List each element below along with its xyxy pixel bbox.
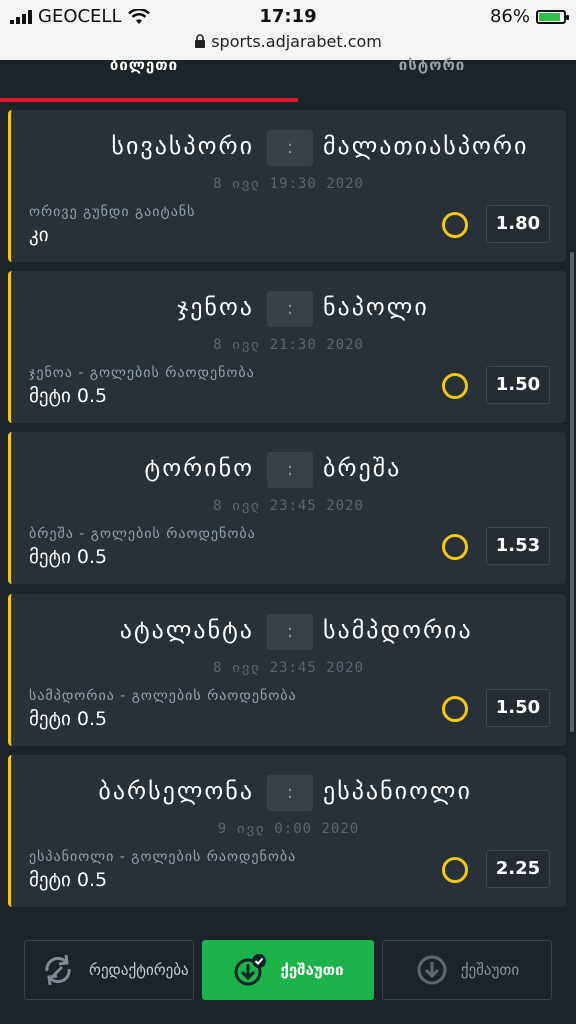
away-team: სამპდორია — [323, 616, 473, 644]
cashout-secondary-button[interactable]: ქეშაუთი — [382, 940, 552, 1000]
url-text: sports.adjarabet.com — [211, 32, 382, 51]
match-date: 9 ივლ 0:00 2020 — [217, 821, 360, 837]
score-separator: : — [267, 291, 313, 327]
away-team: მალათიასპორი — [323, 132, 529, 160]
home-team: სივასპორი — [111, 132, 254, 160]
home-team: ჯენოა — [177, 293, 254, 321]
bet-list[interactable]: სივასპორი : მალათიასპორი 8 ივლ 19:30 202… — [0, 110, 576, 915]
status-bar: GEOCELL 17:19 86% sports.adjarabet.com — [0, 0, 576, 60]
bet-card[interactable]: სივასპორი : მალათიასპორი 8 ივლ 19:30 202… — [8, 110, 566, 262]
tab-ticket[interactable]: ბილეთი — [0, 56, 288, 100]
score-separator: : — [267, 452, 313, 488]
battery-percent: 86% — [489, 6, 530, 27]
market-name: ჯენოა - გოლების რაოდენობა — [29, 365, 255, 381]
home-team: ტორინო — [144, 454, 254, 482]
edit-button[interactable]: რედაქტირება — [24, 940, 194, 1000]
match-date: 8 ივლ 19:30 2020 — [213, 176, 364, 192]
odds-value: 1.53 — [486, 527, 550, 565]
match-date: 8 ივლ 23:45 2020 — [213, 498, 364, 514]
selection: მეტი 0.5 — [29, 385, 108, 407]
bet-card[interactable]: ატალანტა : სამპდორია 8 ივლ 23:45 2020 სა… — [8, 594, 566, 746]
pending-status-icon — [442, 696, 468, 722]
bet-card[interactable]: ჯენოა : ნაპოლი 8 ივლ 21:30 2020 ჯენოა - … — [8, 271, 566, 423]
pending-status-icon — [442, 212, 468, 238]
home-team: ატალანტა — [119, 616, 254, 644]
away-team: ესპანიოლი — [323, 777, 472, 805]
market-name: ბრეშა - გოლების რაოდენობა — [29, 526, 256, 542]
tab-bar: ბილეთი ისტორი — [0, 56, 576, 102]
battery-icon — [536, 9, 569, 24]
selection: მეტი 0.5 — [29, 546, 108, 568]
score-separator: : — [267, 614, 313, 650]
cashout-download-icon — [234, 954, 267, 986]
bet-card[interactable]: ბარსელონა : ესპანიოლი 9 ივლ 0:00 2020 ეს… — [8, 755, 566, 907]
odds-value: 2.25 — [486, 850, 550, 888]
bet-card[interactable]: ტორინო : ბრეშა 8 ივლ 23:45 2020 ბრეშა - … — [8, 432, 566, 584]
selection: კი — [29, 224, 49, 246]
selection: მეტი 0.5 — [29, 869, 108, 891]
pending-status-icon — [442, 373, 468, 399]
market-name: ესპანიოლი - გოლების რაოდენობა — [29, 849, 297, 865]
away-team: ნაპოლი — [323, 293, 429, 321]
edit-label: რედაქტირება — [89, 961, 189, 979]
score-separator: : — [267, 130, 313, 166]
tab-history[interactable]: ისტორი — [288, 56, 576, 100]
active-tab-indicator — [0, 98, 298, 102]
lock-icon — [195, 34, 206, 48]
odds-value: 1.50 — [486, 366, 550, 404]
download-icon — [417, 955, 447, 985]
odds-value: 1.80 — [486, 205, 550, 243]
status-right: 86% — [489, 6, 569, 27]
selection: მეტი 0.5 — [29, 708, 108, 730]
market-name: ორივე გუნდი გაიტანს — [29, 204, 196, 220]
odds-value: 1.50 — [486, 689, 550, 727]
cashout-secondary-label: ქეშაუთი — [460, 961, 520, 979]
market-name: სამპდორია - გოლების რაოდენობა — [29, 688, 297, 704]
score-separator: : — [267, 775, 313, 811]
pending-status-icon — [442, 857, 468, 883]
match-date: 8 ივლ 23:45 2020 — [213, 660, 364, 676]
pending-status-icon — [442, 534, 468, 560]
cashout-label: ქეშაუთი — [280, 961, 344, 979]
match-date: 8 ივლ 21:30 2020 — [213, 337, 364, 353]
away-team: ბრეშა — [323, 454, 402, 482]
cashout-button[interactable]: ქეშაუთი — [202, 940, 374, 1000]
home-team: ბარსელონა — [98, 777, 254, 805]
address-bar[interactable]: sports.adjarabet.com — [0, 32, 576, 51]
action-bar: რედაქტირება ქეშაუთი ქეშაუთი — [0, 918, 576, 1024]
scrollbar[interactable] — [570, 252, 574, 732]
edit-refresh-icon — [45, 954, 71, 986]
